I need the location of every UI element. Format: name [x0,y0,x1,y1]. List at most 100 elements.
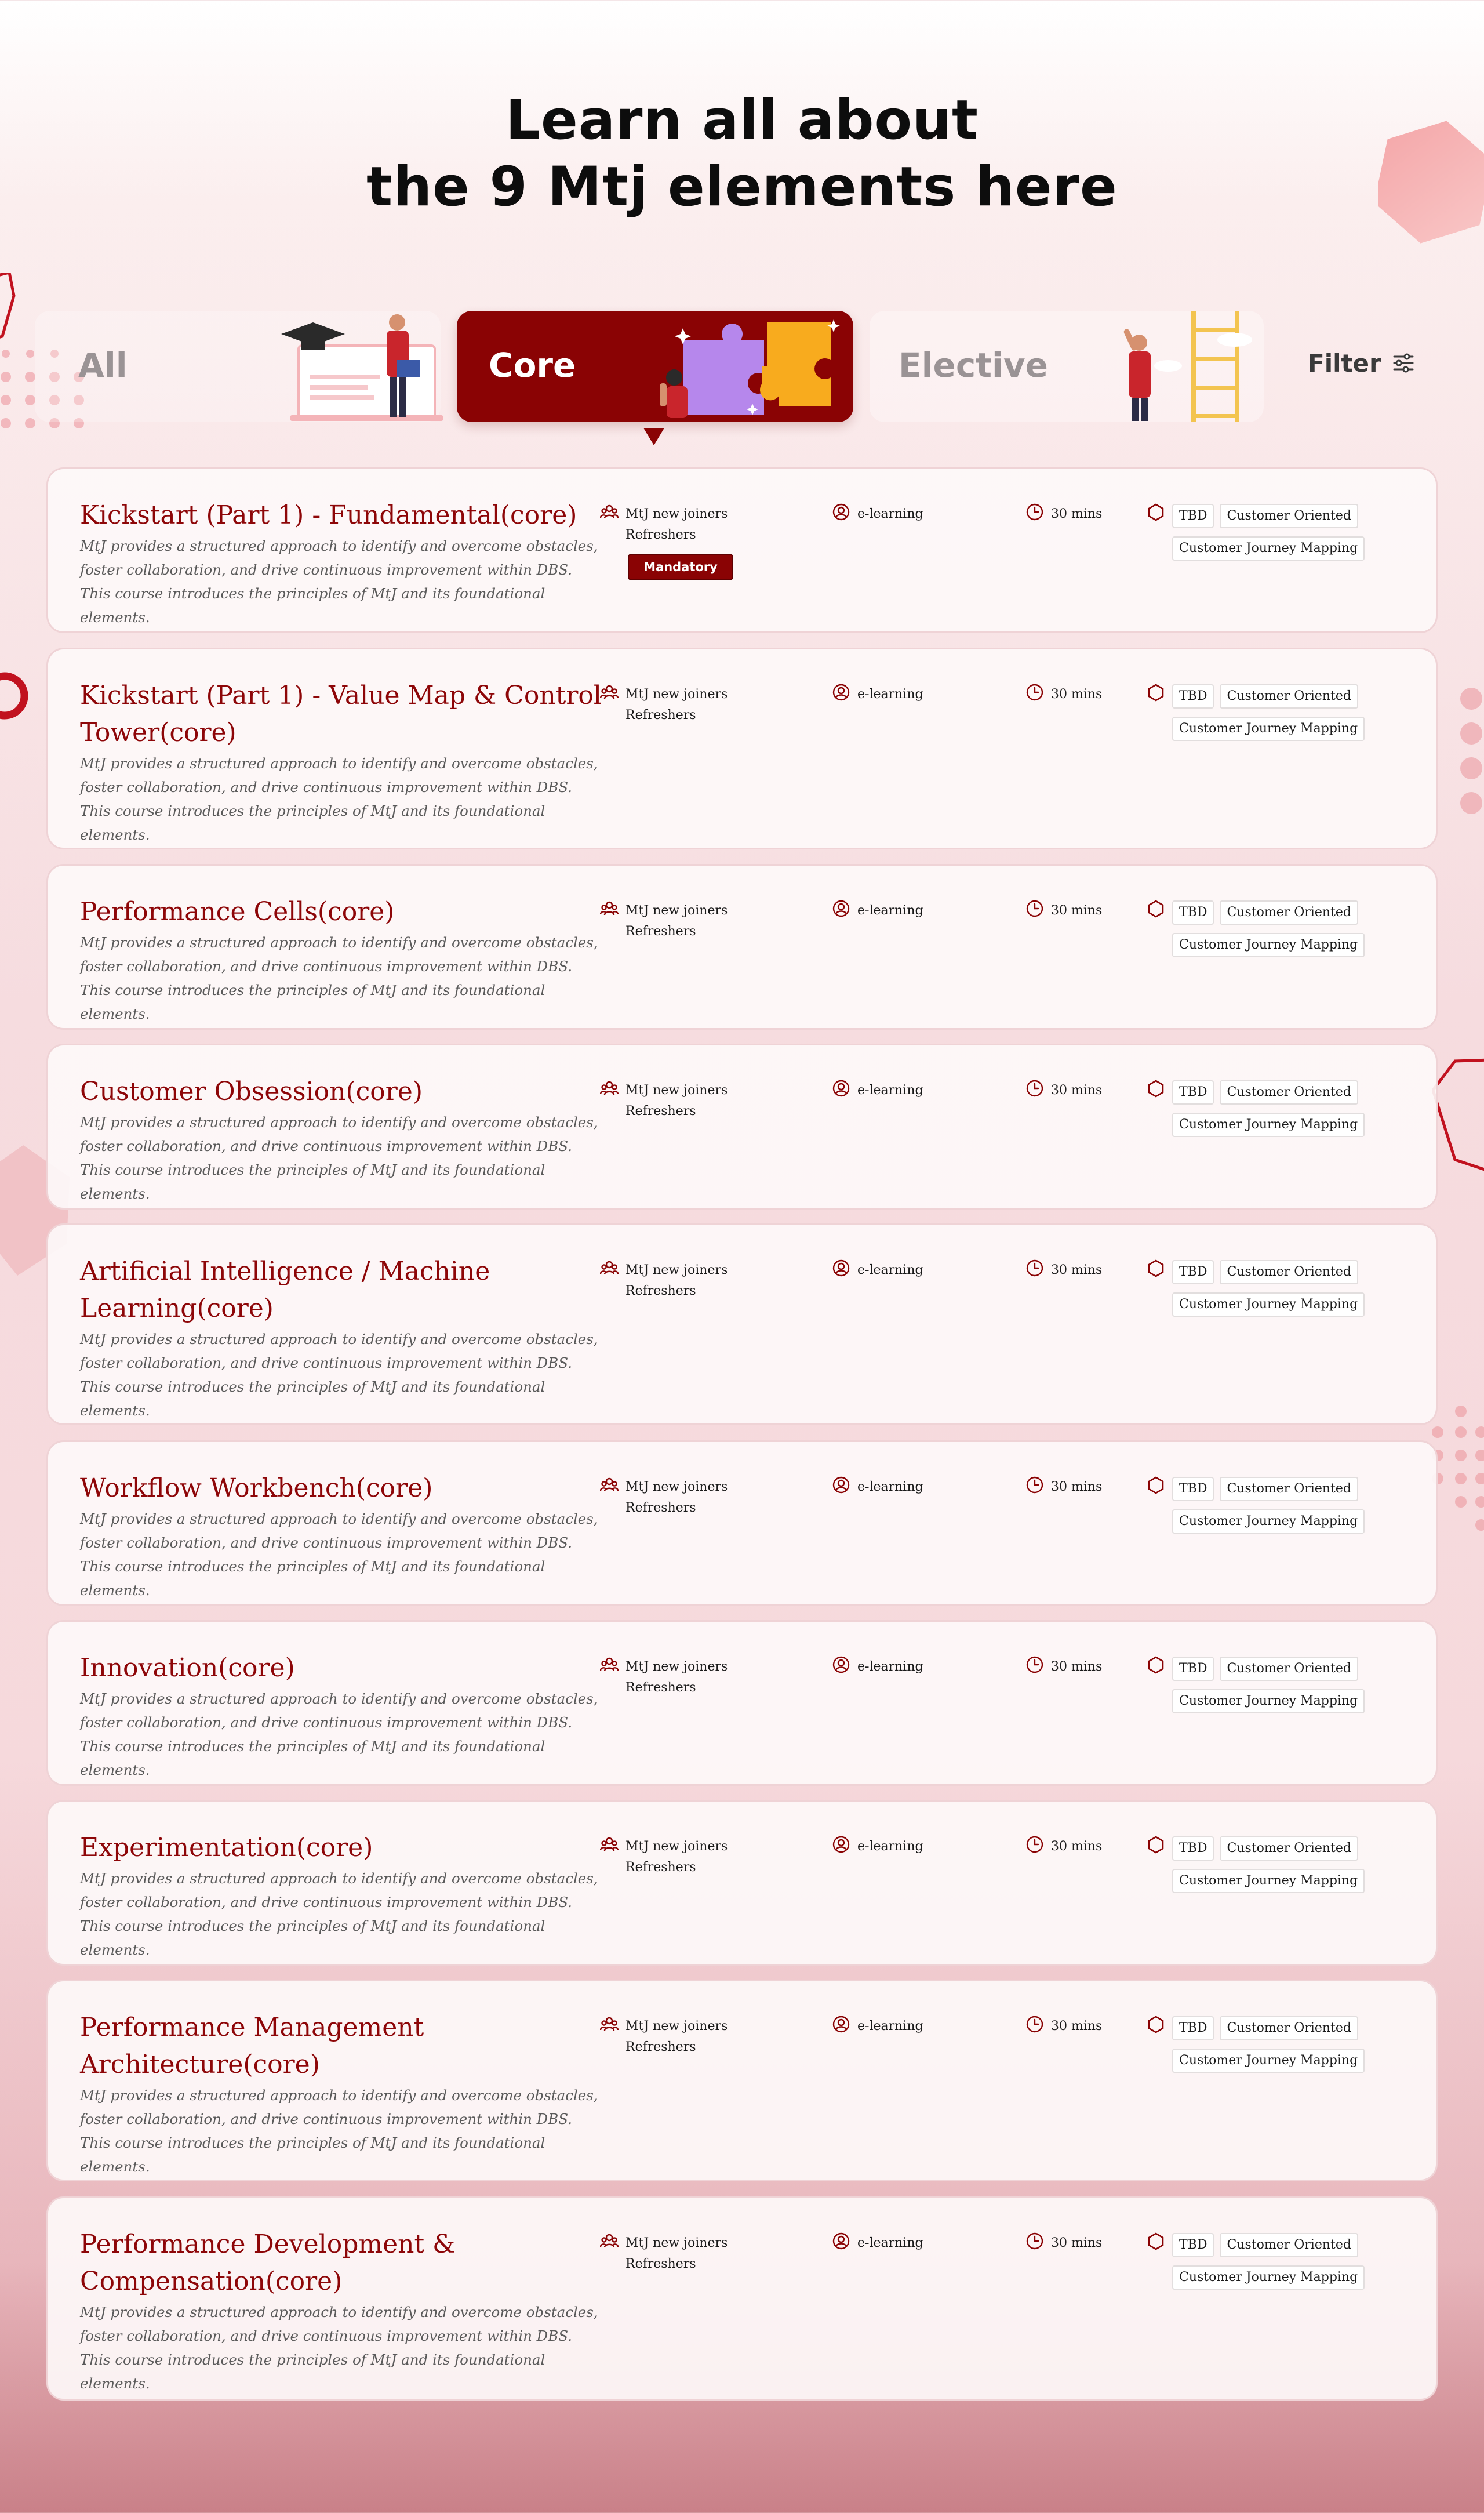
tag-chip[interactable]: Customer Oriented [1220,504,1358,528]
tag-chip[interactable]: Customer Oriented [1220,684,1358,709]
course-card[interactable]: Performance Cells(core) MtJ provides a st… [46,864,1438,1030]
course-title[interactable]: Customer Obsession(core) [80,1073,602,1110]
tab-all[interactable]: All [35,311,443,422]
tab-elective[interactable]: Elective [870,311,1264,422]
tag-chip[interactable]: Customer Oriented [1220,1260,1358,1284]
format-text: e-learning [857,903,923,918]
tab-core[interactable]: Core [457,311,853,422]
course-title[interactable]: Experimentation(core) [80,1829,602,1866]
course-audience: MtJ new joiners Refreshers [599,899,728,942]
duration-text: 30 mins [1051,1083,1103,1098]
course-card[interactable]: Kickstart (Part 1) - Value Map & Control… [46,648,1438,849]
course-card[interactable]: Kickstart (Part 1) - Fundamental(core) Mt… [46,467,1438,633]
course-duration: 30 mins [1025,2232,1102,2254]
course-card[interactable]: Performance Management Architecture(core… [46,1980,1438,2181]
course-duration: 30 mins [1025,1836,1102,1857]
course-card[interactable]: Performance Development & Compensation(c… [46,2196,1438,2401]
audience-line: Refreshers [625,2040,696,2054]
course-duration: 30 mins [1025,1080,1102,1101]
people-group-icon [599,899,619,918]
hexagon-icon [1147,683,1165,702]
course-card[interactable]: Workflow Workbench(core) MtJ provides a s… [46,1440,1438,1606]
course-tags: TBD Customer Oriented Customer Journey Map… [1147,1476,1381,1534]
dots-decoration [1460,688,1482,814]
course-tags: TBD Customer Oriented Customer Journey Map… [1147,2016,1381,2073]
course-audience: MtJ new joiners Refreshers [599,1657,728,1698]
tag-chip[interactable]: Customer Oriented [1220,1657,1358,1681]
course-tags: TBD Customer Oriented Customer Journey Map… [1147,503,1381,561]
tag-chip[interactable]: Customer Oriented [1220,1477,1358,1501]
tag-chip[interactable]: Customer Oriented [1220,1080,1358,1105]
people-group-icon [599,2015,619,2033]
tag-chip[interactable]: TBD [1172,684,1214,709]
user-circle-icon [832,2015,850,2033]
course-audience: MtJ new joiners Refreshers [599,1080,728,1122]
tag-chip[interactable]: Customer Oriented [1220,900,1358,925]
tag-chip[interactable]: Customer Journey Mapping [1172,933,1365,957]
tag-chip[interactable]: TBD [1172,1260,1214,1284]
audience-line: MtJ new joiners [625,2019,728,2033]
course-title[interactable]: Innovation(core) [80,1650,602,1687]
tag-chip[interactable]: Customer Journey Mapping [1172,536,1365,561]
hexagon-outline-decoration [1432,1058,1484,1171]
tag-chip[interactable]: Customer Oriented [1220,2016,1358,2040]
tag-chip[interactable]: Customer Journey Mapping [1172,1869,1365,1893]
course-format: e-learning [832,2016,923,2037]
course-tags: TBD Customer Oriented Customer Journey Map… [1147,1656,1381,1713]
tag-chip[interactable]: TBD [1172,2016,1214,2040]
tag-chip[interactable]: TBD [1172,504,1214,528]
tag-chip[interactable]: TBD [1172,900,1214,925]
tag-chip[interactable]: TBD [1172,1477,1214,1501]
audience-text: MtJ new joiners Refreshers [625,2233,728,2275]
course-card[interactable]: Innovation(core) MtJ provides a structure… [46,1620,1438,1786]
course-description: MtJ provides a structured approach to id… [80,1690,598,1778]
clock-icon [1025,1259,1044,1277]
course-title[interactable]: Kickstart (Part 1) - Fundamental(core) [80,497,602,534]
course-card[interactable]: Experimentation(core) MtJ provides a stru… [46,1800,1438,1966]
format-text: e-learning [857,507,923,521]
tag-chip[interactable]: Customer Journey Mapping [1172,1292,1365,1317]
tag-chip[interactable]: Customer Oriented [1220,2233,1358,2257]
course-tags: TBD Customer Oriented Customer Journey Map… [1147,1259,1381,1317]
tag-list: TBD Customer Oriented Customer Journey Map… [1172,1080,1381,1137]
course-title[interactable]: Performance Management Architecture(core… [80,2009,602,2083]
duration-text: 30 mins [1051,1839,1103,1854]
tag-chip[interactable]: Customer Oriented [1220,1836,1358,1861]
tag-chip[interactable]: TBD [1172,1657,1214,1681]
tag-chip[interactable]: TBD [1172,2233,1214,2257]
course-title[interactable]: Performance Development & Compensation(c… [80,2226,602,2300]
course-tags: TBD Customer Oriented Customer Journey Map… [1147,1836,1381,1893]
tag-chip[interactable]: Customer Journey Mapping [1172,2265,1365,2290]
duration-text: 30 mins [1051,1659,1103,1674]
ladder-illustration [1123,311,1252,422]
course-format: e-learning [832,1259,923,1281]
tag-chip[interactable]: Customer Journey Mapping [1172,1509,1365,1534]
page-title: Learn all about the 9 Mtj elements here [0,87,1484,220]
tag-list: TBD Customer Oriented Customer Journey Map… [1172,2233,1381,2290]
people-group-icon [599,503,619,521]
tag-chip[interactable]: TBD [1172,1836,1214,1861]
audience-text: MtJ new joiners Refreshers [625,1477,728,1519]
audience-text: MtJ new joiners Refreshers [625,2016,728,2058]
format-text: e-learning [857,1083,923,1098]
tag-chip[interactable]: Customer Journey Mapping [1172,2049,1365,2073]
tag-chip[interactable]: TBD [1172,1080,1214,1105]
course-card[interactable]: Artificial Intelligence / Machine Learni… [46,1223,1438,1425]
course-audience: MtJ new joiners Refreshers [599,2015,728,2058]
filter-button[interactable]: Filter [1308,346,1415,380]
course-title[interactable]: Performance Cells(core) [80,894,602,931]
hexagon-icon [1147,1079,1165,1098]
tag-chip[interactable]: Customer Journey Mapping [1172,1113,1365,1137]
tag-chip[interactable]: Customer Journey Mapping [1172,1689,1365,1713]
audience-text: MtJ new joiners Refreshers [625,1260,728,1302]
course-title[interactable]: Artificial Intelligence / Machine Learni… [80,1253,602,1327]
page-title-line1: Learn all about [505,89,979,152]
course-title[interactable]: Workflow Workbench(core) [80,1470,602,1507]
format-text: e-learning [857,687,923,702]
people-group-icon [599,683,619,702]
tag-chip[interactable]: Customer Journey Mapping [1172,717,1365,741]
course-card[interactable]: Customer Obsession(core) MtJ provides a s… [46,1044,1438,1210]
course-title[interactable]: Kickstart (Part 1) - Value Map & Control… [80,677,602,751]
clock-icon [1025,1655,1044,1674]
tag-list: TBD Customer Oriented Customer Journey Map… [1172,684,1381,741]
